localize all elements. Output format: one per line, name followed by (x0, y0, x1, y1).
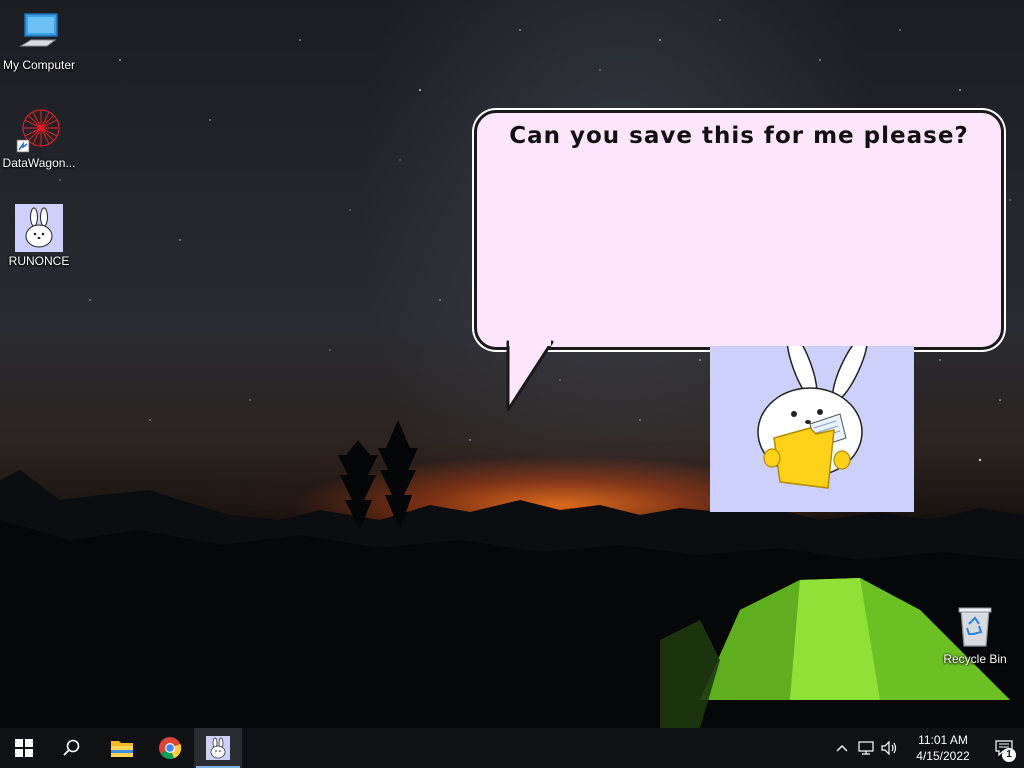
clock-date: 4/15/2022 (916, 749, 970, 763)
speaker-icon (881, 741, 897, 755)
show-hidden-icons-button[interactable] (830, 728, 854, 768)
bunny-holding-folder-image (757, 346, 869, 489)
runonce-taskbar-button[interactable] (194, 728, 242, 768)
notifications-button[interactable]: 1 (984, 728, 1024, 768)
chrome-icon (159, 737, 182, 759)
clock[interactable]: 11:01 AM 4/15/2022 (908, 732, 978, 764)
bunny-character-panel[interactable] (710, 346, 914, 512)
file-explorer-button[interactable] (98, 728, 146, 768)
desktop-icon-label: RUNONCE (8, 254, 70, 268)
speech-bubble-popup: Can you save this for me please? (474, 110, 1004, 350)
volume-button[interactable] (878, 728, 902, 768)
speech-bubble-message: Can you save this for me please? (509, 123, 969, 149)
desktop-icon-recycle-bin[interactable]: Recycle Bin (936, 602, 1014, 666)
desktop-icon-datawagon[interactable]: DataWagon... (0, 106, 78, 170)
chrome-button[interactable] (146, 728, 194, 768)
desktop-icon-label: DataWagon... (2, 156, 76, 170)
desktop-icon-runonce[interactable]: RUNONCE (0, 204, 78, 268)
chevron-up-icon (836, 745, 848, 752)
clock-time: 11:01 AM (918, 733, 968, 747)
desktop-icon-label: My Computer (2, 58, 76, 72)
desktop-icon-label: Recycle Bin (943, 652, 1007, 666)
network-button[interactable] (854, 728, 878, 768)
network-icon (858, 741, 874, 755)
windows-start-icon (15, 739, 33, 757)
speech-bubble-tail (506, 338, 554, 412)
folder-icon (111, 741, 133, 757)
my-computer-icon (19, 13, 58, 47)
datawagon-shortcut-icon (16, 109, 60, 153)
search-button[interactable] (48, 728, 96, 768)
search-icon (63, 739, 80, 756)
start-button[interactable] (0, 728, 48, 768)
notification-count-badge: 1 (1002, 748, 1016, 762)
desktop-icon-my-computer[interactable]: My Computer (0, 8, 78, 72)
taskbar: 11:01 AM 4/15/2022 1 (0, 728, 1024, 768)
runonce-bunny-icon (15, 204, 63, 252)
recycle-bin-icon (958, 607, 992, 647)
bunny-app-icon (206, 736, 230, 760)
system-tray: 11:01 AM 4/15/2022 1 (830, 728, 1024, 768)
